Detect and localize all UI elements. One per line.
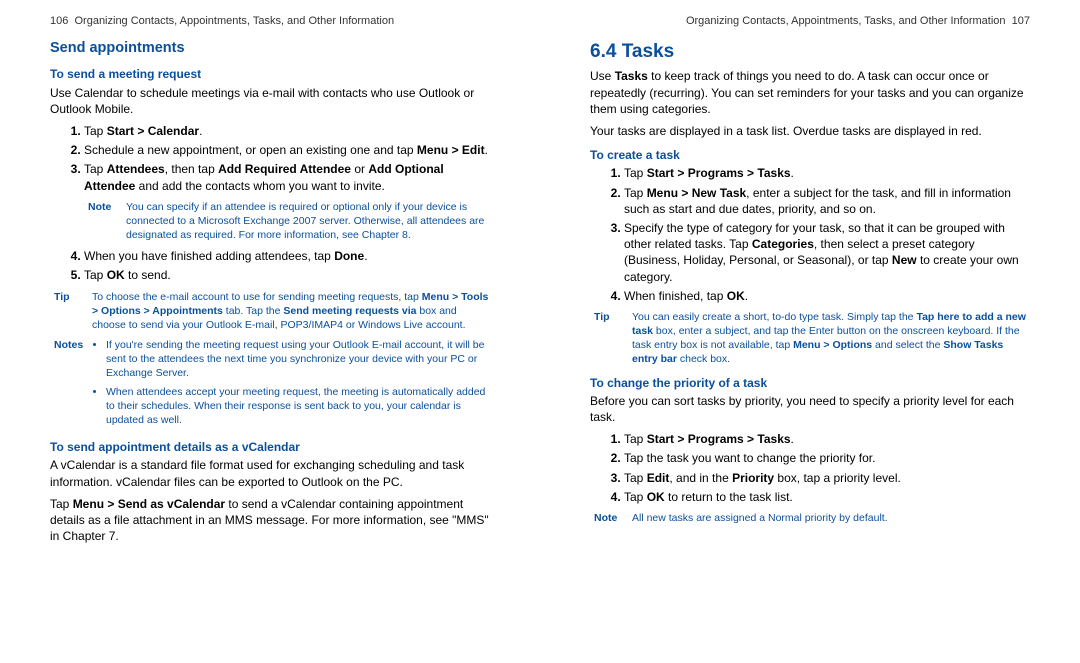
note-block: Note All new tasks are assigned a Normal… [590, 511, 1030, 525]
heading-vcalendar: To send appointment details as a vCalend… [50, 439, 490, 455]
note-block: Note You can specify if an attendee is r… [50, 200, 490, 243]
body-text: Your tasks are displayed in a task list.… [590, 123, 1030, 139]
tip-block: Tip You can easily create a short, to-do… [590, 310, 1030, 367]
body-text: A vCalendar is a standard file format us… [50, 457, 490, 489]
tip-body: To choose the e-mail account to use for … [92, 290, 490, 333]
list-item: Tap Start > Programs > Tasks. [624, 165, 1030, 181]
tip-block: Tip To choose the e-mail account to use … [50, 290, 490, 333]
tip-body: You can easily create a short, to-do typ… [632, 310, 1030, 367]
notes-label: Notes [50, 338, 92, 431]
list-item: When you have finished adding attendees,… [84, 248, 490, 264]
list-item: Schedule a new appointment, or open an e… [84, 142, 490, 158]
heading-send-appointments: Send appointments [50, 39, 490, 59]
note-bullet: If you're sending the meeting request us… [106, 338, 490, 381]
tip-label: Tip [590, 310, 632, 367]
tip-label: Tip [50, 290, 92, 333]
list-item: Tap OK to return to the task list. [624, 489, 1030, 505]
page-number: 106 [50, 15, 68, 27]
note-label: Note [590, 511, 632, 525]
heading-create-task: To create a task [590, 147, 1030, 163]
page-number: 107 [1012, 15, 1030, 27]
notes-body: If you're sending the meeting request us… [92, 338, 490, 431]
body-text: Use Calendar to schedule meetings via e-… [50, 85, 490, 117]
page-header-right: Organizing Contacts, Appointments, Tasks… [590, 14, 1030, 29]
note-body: All new tasks are assigned a Normal prio… [632, 511, 888, 525]
note-label: Note [84, 200, 126, 243]
steps-list: Tap Start > Calendar. Schedule a new app… [50, 123, 490, 194]
body-text: Tap Menu > Send as vCalendar to send a v… [50, 496, 490, 545]
heading-change-priority: To change the priority of a task [590, 375, 1030, 391]
body-text: Before you can sort tasks by priority, y… [590, 393, 1030, 425]
steps-list: Tap Start > Programs > Tasks. Tap the ta… [590, 431, 1030, 505]
steps-list: When you have finished adding attendees,… [50, 248, 490, 283]
page-left: 106 Organizing Contacts, Appointments, T… [0, 0, 540, 663]
list-item: Tap OK to send. [84, 267, 490, 283]
list-item: When finished, tap OK. [624, 288, 1030, 304]
chapter-title: Organizing Contacts, Appointments, Tasks… [686, 15, 1006, 27]
list-item: Tap Start > Programs > Tasks. [624, 431, 1030, 447]
list-item: Tap Menu > New Task, enter a subject for… [624, 185, 1030, 217]
list-item: Tap Start > Calendar. [84, 123, 490, 139]
steps-list: Tap Start > Programs > Tasks. Tap Menu >… [590, 165, 1030, 304]
note-bullet: When attendees accept your meeting reque… [106, 385, 490, 428]
list-item: Tap Attendees, then tap Add Required Att… [84, 161, 490, 193]
chapter-title: Organizing Contacts, Appointments, Tasks… [74, 15, 394, 27]
note-body: You can specify if an attendee is requir… [126, 200, 490, 243]
list-item: Specify the type of category for your ta… [624, 220, 1030, 285]
heading-meeting-request: To send a meeting request [50, 66, 490, 82]
page-right: Organizing Contacts, Appointments, Tasks… [540, 0, 1080, 663]
page-header-left: 106 Organizing Contacts, Appointments, T… [50, 14, 490, 29]
notes-block: Notes If you're sending the meeting requ… [50, 338, 490, 431]
heading-tasks: 6.4 Tasks [590, 39, 1030, 65]
body-text: Use Tasks to keep track of things you ne… [590, 68, 1030, 117]
list-item: Tap the task you want to change the prio… [624, 450, 1030, 466]
list-item: Tap Edit, and in the Priority box, tap a… [624, 470, 1030, 486]
